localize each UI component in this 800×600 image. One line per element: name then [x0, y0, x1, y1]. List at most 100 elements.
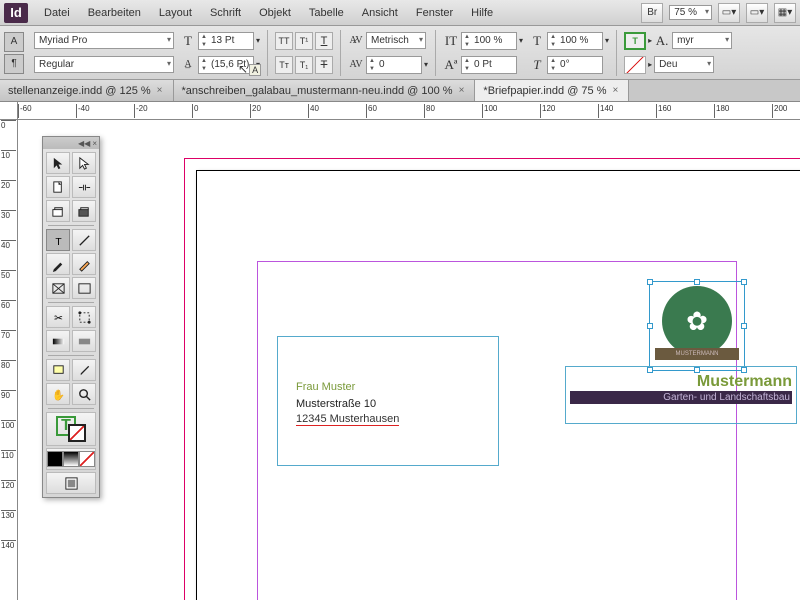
hscale-icon: T [529, 32, 545, 50]
svg-text:T: T [55, 237, 62, 248]
baseline-field[interactable]: ▲▼ [461, 56, 517, 74]
free-transform-tool[interactable] [72, 306, 96, 328]
image-frame-logo[interactable]: MUSTERMANN [649, 281, 745, 371]
close-icon[interactable]: × [155, 85, 165, 96]
menu-bearbeiten[interactable]: Bearbeiten [80, 3, 149, 23]
gradient-feather-tool[interactable] [72, 330, 96, 352]
apply-color[interactable] [47, 451, 63, 467]
recipient-name: Frau Muster [296, 381, 488, 393]
company-tagline: Garten- und Landschaftsbau [570, 391, 792, 404]
tab-1[interactable]: *anschreiben_galabau_mustermann-neu.indd… [174, 80, 476, 101]
rectangle-frame-tool[interactable] [46, 277, 70, 299]
screen-mode-icon[interactable]: ▭▾ [746, 3, 768, 23]
svg-text:✂: ✂ [54, 313, 63, 324]
tools-header[interactable]: ◀◀× [43, 137, 99, 149]
tab-2[interactable]: *Briefpapier.indd @ 75 %× [475, 80, 629, 101]
smallcaps-btn[interactable]: Tᴛ [275, 56, 293, 74]
vscale-icon: IT [443, 32, 459, 50]
menu-tabelle[interactable]: Tabelle [301, 3, 352, 23]
direct-selection-tool[interactable] [72, 152, 96, 174]
app-logo: Id [4, 3, 28, 23]
tracking-field[interactable]: ▲▼ [366, 56, 422, 74]
selection-tool[interactable] [46, 152, 70, 174]
strikethrough-btn[interactable]: T [315, 56, 333, 74]
canvas[interactable]: Frau Muster Musterstraße 10 12345 Muster… [18, 120, 800, 600]
control-bar: A ¶ Myriad Pro Regular T ▲▼ ▾ A̲ ▲▼ ▾ TT… [0, 26, 800, 80]
recipient-street: Musterstraße 10 [296, 397, 488, 412]
gap-tool[interactable] [72, 176, 96, 198]
type-tool[interactable]: T [46, 229, 70, 251]
menu-ansicht[interactable]: Ansicht [354, 3, 406, 23]
tracking-icon: AV [348, 56, 364, 74]
ruler-vertical[interactable]: 0102030405060708090100110120130140 [0, 120, 18, 600]
zoom-tool[interactable] [72, 383, 96, 405]
arrange-icon[interactable]: ▦▾ [774, 3, 796, 23]
text-frame-address[interactable]: Frau Muster Musterstraße 10 12345 Muster… [277, 336, 499, 466]
rectangle-tool[interactable] [72, 277, 96, 299]
allcaps-btn[interactable]: TT [275, 32, 293, 50]
svg-text:✋: ✋ [52, 388, 65, 401]
note-tool[interactable] [46, 359, 70, 381]
color-mode-row[interactable] [46, 448, 96, 470]
underline-btn[interactable]: T [315, 32, 333, 50]
lang-combo[interactable]: Deu [654, 56, 714, 73]
pen-tool[interactable] [46, 253, 70, 275]
para-format-mode[interactable]: ¶ [4, 54, 24, 74]
hand-tool[interactable]: ✋ [46, 383, 70, 405]
fill-stroke-swatch[interactable]: T [46, 412, 96, 446]
font-size-field[interactable]: ▲▼ [198, 32, 254, 50]
content-placer-tool[interactable] [72, 200, 96, 222]
menubar: Id Datei Bearbeiten Layout Schrift Objek… [0, 0, 800, 26]
view-options-icon[interactable]: ▭▾ [718, 3, 740, 23]
bridge-icon[interactable]: Br [641, 3, 663, 23]
zoom-level[interactable]: 75 % [669, 5, 712, 20]
menu-objekt[interactable]: Objekt [251, 3, 299, 23]
tab-0[interactable]: stellenanzeige.indd @ 125 %× [0, 80, 174, 101]
page-tool[interactable] [46, 176, 70, 198]
skew-field[interactable]: ▲▼ [547, 56, 603, 74]
kerning-combo[interactable]: Metrisch [366, 32, 426, 49]
leading-field[interactable]: ▲▼ [198, 56, 254, 74]
content-collector-tool[interactable] [46, 200, 70, 222]
recipient-city: 12345 Musterhausen [296, 412, 488, 427]
font-family-combo[interactable]: Myriad Pro [34, 32, 174, 49]
page[interactable]: Frau Muster Musterstraße 10 12345 Muster… [196, 170, 800, 600]
view-mode-toggle[interactable] [46, 472, 96, 494]
ruler-origin[interactable] [0, 102, 18, 120]
fill-t-icon[interactable]: T [624, 32, 646, 50]
menu-schrift[interactable]: Schrift [202, 3, 249, 23]
charstyle-combo[interactable]: myr [672, 32, 732, 49]
company-name: Mustermann [570, 373, 792, 391]
scissors-tool[interactable]: ✂ [46, 306, 70, 328]
eyedropper-tool[interactable] [72, 359, 96, 381]
kerning-icon: A̷V [348, 32, 364, 50]
line-tool[interactable] [72, 229, 96, 251]
skew-icon: T [529, 56, 545, 74]
pencil-tool[interactable] [72, 253, 96, 275]
menu-datei[interactable]: Datei [36, 3, 78, 23]
font-style-combo[interactable]: Regular [34, 56, 174, 73]
stroke-none-icon[interactable] [624, 56, 646, 74]
ruler-horizontal[interactable]: -60-40-20020406080100120140160180200 [18, 102, 800, 120]
logo-graphic [662, 286, 732, 356]
hscale-field[interactable]: ▲▼ [547, 32, 603, 50]
font-size-icon: T [180, 32, 196, 50]
apply-none[interactable] [79, 451, 95, 467]
char-format-mode[interactable]: A [4, 32, 24, 52]
menu-layout[interactable]: Layout [151, 3, 200, 23]
baseline-icon: Aª [443, 56, 459, 74]
superscript-btn[interactable]: T¹ [295, 32, 313, 50]
text-frame-company[interactable]: Mustermann Garten- und Landschaftsbau [565, 366, 797, 424]
menu-fenster[interactable]: Fenster [408, 3, 461, 23]
logo-ribbon: MUSTERMANN [655, 348, 739, 360]
document-tabs: stellenanzeige.indd @ 125 %× *anschreibe… [0, 80, 800, 102]
close-icon[interactable]: × [611, 85, 621, 96]
close-icon[interactable]: × [457, 85, 467, 96]
vscale-field[interactable]: ▲▼ [461, 32, 517, 50]
subscript-btn[interactable]: T₁ [295, 56, 313, 74]
tools-panel[interactable]: ◀◀× T ✂ ✋ T [42, 136, 100, 498]
gradient-swatch-tool[interactable] [46, 330, 70, 352]
menu-hilfe[interactable]: Hilfe [463, 3, 501, 23]
apply-gradient[interactable] [63, 451, 79, 467]
charstyle-icon: A. [654, 32, 670, 50]
